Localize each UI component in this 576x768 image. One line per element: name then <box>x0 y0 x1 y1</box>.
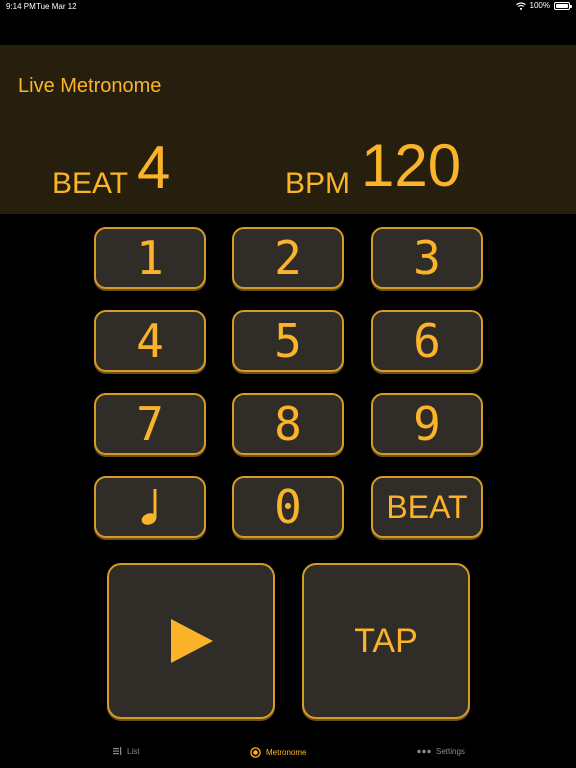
quarter-note-icon <box>141 489 157 525</box>
key-0[interactable]: 0 <box>232 476 344 538</box>
page-title: Live Metronome <box>18 75 162 97</box>
list-icon <box>113 747 122 755</box>
bpm-label: BPM <box>285 167 351 200</box>
battery-icon <box>554 1 572 10</box>
key-2[interactable]: 2 <box>232 227 344 289</box>
tab-metronome[interactable]: Metronome <box>250 747 306 758</box>
key-1[interactable]: 1 <box>94 227 206 289</box>
key-6[interactable]: 6 <box>371 310 483 372</box>
play-button[interactable] <box>107 563 275 719</box>
note-value-button[interactable] <box>94 476 206 538</box>
key-3[interactable]: 3 <box>371 227 483 289</box>
battery-percent: 100% <box>529 1 550 10</box>
key-8[interactable]: 8 <box>232 393 344 455</box>
key-7[interactable]: 7 <box>94 393 206 455</box>
wifi-icon <box>515 1 526 10</box>
tab-settings-label: Settings <box>436 747 465 756</box>
bpm-value: 120 <box>361 132 462 199</box>
tab-list-label: List <box>127 747 140 756</box>
status-time: 9:14 PM <box>6 2 36 11</box>
beat-label: BEAT <box>52 167 129 200</box>
beat-button[interactable]: BEAT <box>371 476 483 538</box>
key-5[interactable]: 5 <box>232 310 344 372</box>
tab-bar: List Metronome Settings <box>0 740 576 768</box>
tab-list[interactable]: List <box>113 747 139 756</box>
metronome-icon <box>250 747 261 758</box>
more-icon <box>417 749 431 754</box>
tab-metronome-label: Metronome <box>266 748 307 757</box>
key-9[interactable]: 9 <box>371 393 483 455</box>
tab-settings[interactable]: Settings <box>417 747 465 756</box>
status-right: 100% <box>515 1 572 10</box>
key-4[interactable]: 4 <box>94 310 206 372</box>
play-icon <box>171 619 213 663</box>
tap-button[interactable]: TAP <box>302 563 470 719</box>
status-bar: 9:14 PM Tue Mar 12 100% <box>0 0 576 14</box>
status-date: Tue Mar 12 <box>36 2 77 11</box>
metronome-header: Live Metronome BEAT 4 BPM 120 <box>0 45 576 214</box>
beat-value: 4 <box>137 134 171 201</box>
